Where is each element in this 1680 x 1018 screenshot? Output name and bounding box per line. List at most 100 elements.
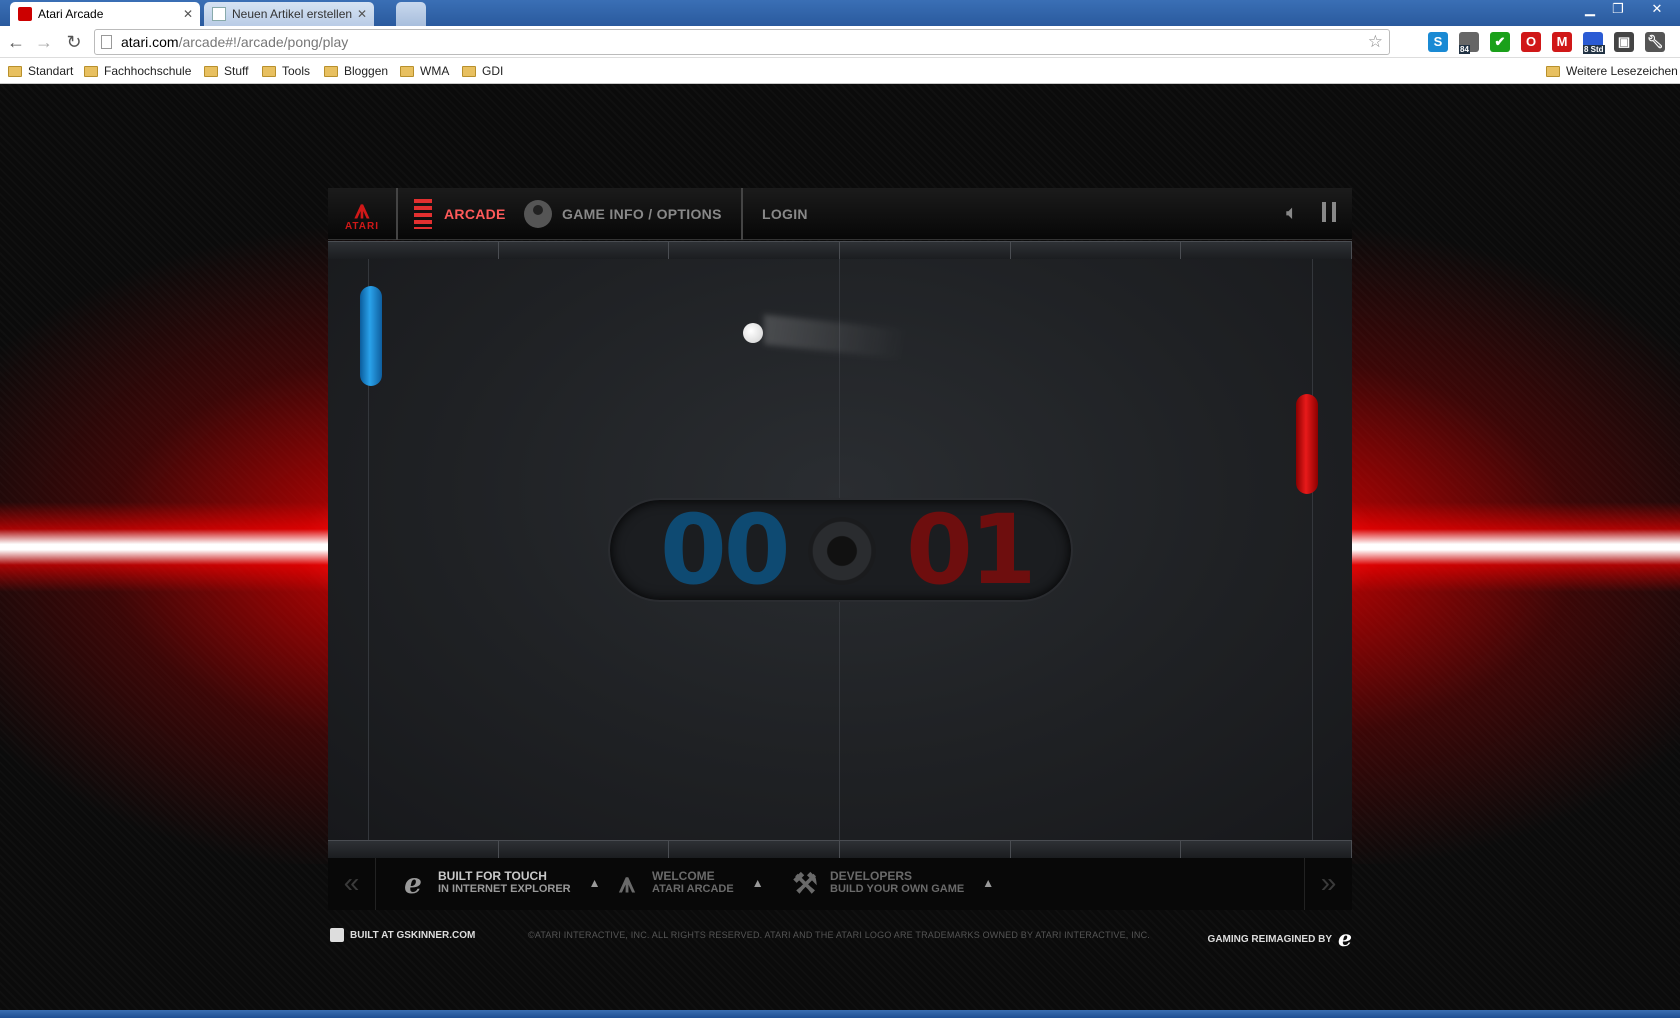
court-right-line [1312,259,1313,840]
nav-divider [741,188,743,240]
promo-subtitle: ATARI ARCADE [652,883,734,895]
pause-icon[interactable] [1322,202,1336,222]
url-path: /arcade#!/arcade/pong/play [178,34,349,50]
promo-built-for-touch[interactable]: e BUILT FOR TOUCH IN INTERNET EXPLORER ▲ [398,866,601,900]
bookmark-label: WMA [420,64,450,78]
promo-next-icon[interactable]: » [1304,858,1352,910]
tab-close-icon[interactable]: ✕ [180,7,196,21]
address-toolbar: ← → ↻ atari.com/arcade#!/arcade/pong/pla… [0,26,1680,58]
pong-ball [743,323,763,343]
folder-icon [84,65,98,77]
promo-welcome[interactable]: ⩚ WELCOME ATARI ARCADE ▲ [612,866,764,898]
screenshot-icon[interactable]: ▣ [1614,32,1634,52]
expand-up-icon[interactable]: ▲ [589,876,601,890]
tab-neuen-artikel[interactable]: Neuen Artikel erstellen ‹ Ti ✕ [204,2,374,26]
folder-icon [8,65,22,77]
ie-icon: e [404,866,422,900]
tab-label: Neuen Artikel erstellen ‹ Ti [232,7,354,21]
calendar-icon[interactable]: 8 Std [1583,32,1605,54]
nav-login[interactable]: LOGIN [762,188,808,240]
bookmark-label: Stuff [224,64,249,78]
nav-game-info[interactable]: GAME INFO / OPTIONS [524,188,722,240]
promo-bar: « e BUILT FOR TOUCH IN INTERNET EXPLORER … [328,858,1352,910]
page-footer: BUILT AT GSKINNER.COM ©ATARI INTERACTIVE… [328,924,1352,952]
folder-icon [262,65,276,77]
gmail-icon[interactable]: M [1552,32,1572,52]
bookmark-folder-standart[interactable]: Standart [8,63,73,79]
red-paddle [1296,394,1318,494]
checkmark-icon[interactable]: ✔ [1490,32,1510,52]
bookmark-folder-gdi[interactable]: GDI [462,63,503,79]
game-top-nav: ⩚ ATARI ARCADE GAME INFO / OPTIONS LOGIN… [328,188,1352,240]
folder-icon [400,65,414,77]
tab-label: Atari Arcade [38,7,104,21]
gskinner-icon [330,928,344,942]
scoreboard: 00 01 [608,498,1073,602]
bookmark-folder-tools[interactable]: Tools [262,63,310,79]
bookmarks-bar: Standart Fachhochschule Stuff Tools Blog… [0,58,1680,84]
built-at-text: BUILT AT GSKINNER.COM [350,929,476,941]
atari-favicon-icon [18,7,32,21]
court-top-rail [328,241,1353,259]
window-close-icon[interactable]: ✕ [1638,0,1676,20]
pong-court[interactable]: 00 01 [328,259,1352,840]
minimize-icon[interactable]: ▁ [1576,0,1604,20]
bookmark-label: Fachhochschule [104,64,192,78]
gaming-reimagined-link[interactable]: GAMING REIMAGINED BY e [1208,926,1352,952]
counter-icon[interactable]: 84 [1459,32,1479,54]
restore-icon[interactable]: ❐ [1604,0,1632,20]
atari-logo[interactable]: ⩚ ATARI [328,188,398,240]
promo-subtitle: BUILD YOUR OWN GAME [830,883,965,895]
folder-icon [462,65,476,77]
bookmark-folder-fachhochschule[interactable]: Fachhochschule [84,63,191,79]
forward-arrow-icon[interactable]: → [32,30,56,54]
folder-icon [1546,65,1560,77]
bookmark-label: Weitere Lesezeichen [1566,64,1678,78]
expand-up-icon[interactable]: ▲ [752,876,764,890]
url-host: atari.com [121,34,179,50]
atari-icon: ⩚ [619,866,635,898]
windows-taskbar [0,1010,1680,1018]
score-center-dot [808,517,876,585]
bookmark-label: Standart [28,64,74,78]
ie-logo-icon: e [1338,926,1352,952]
bookmark-folder-wma[interactable]: WMA [400,63,449,79]
skype-icon[interactable]: S [1428,32,1448,52]
ball-trail [764,314,964,366]
url-input[interactable]: atari.com/arcade#!/arcade/pong/play ☆ [94,29,1390,55]
promo-title: DEVELOPERS [830,869,913,883]
gskinner-link[interactable]: BUILT AT GSKINNER.COM [330,928,475,942]
mute-icon[interactable]: 🔈︎ [1286,202,1298,225]
reload-icon[interactable]: ↻ [62,30,86,54]
new-tab-button[interactable] [396,2,426,26]
blue-paddle[interactable] [360,286,382,386]
browser-titlebar: Atari Arcade ✕ Neuen Artikel erstellen ‹… [0,0,1680,26]
atari-logo-text: ATARI [344,220,380,232]
hammer-icon: ⚒ [792,867,818,899]
tab-atari-arcade[interactable]: Atari Arcade ✕ [10,2,200,26]
promo-subtitle: IN INTERNET EXPLORER [438,883,571,895]
folder-icon [204,65,218,77]
bookmark-folder-other[interactable]: Weitere Lesezeichen [1546,63,1678,79]
bookmark-folder-bloggen[interactable]: Bloggen [324,63,388,79]
tab-close-icon[interactable]: ✕ [354,7,370,21]
wrench-icon[interactable]: 🔧︎ [1645,32,1665,52]
red-score: 01 [906,494,1037,606]
nav-login-label: LOGIN [762,206,808,222]
promo-developers[interactable]: ⚒ DEVELOPERS BUILD YOUR OWN GAME ▲ [790,867,994,899]
nav-arcade[interactable]: ARCADE [414,188,506,240]
court-bottom-rail [328,840,1353,858]
back-arrow-icon[interactable]: ← [4,30,28,54]
promo-prev-icon[interactable]: « [328,858,376,910]
nav-arcade-label: ARCADE [444,206,506,222]
bookmark-star-icon[interactable]: ☆ [1368,30,1383,54]
bookmark-folder-stuff[interactable]: Stuff [204,63,248,79]
expand-up-icon[interactable]: ▲ [982,876,994,890]
bookmark-label: Tools [282,64,311,78]
blue-score: 00 [660,494,791,606]
promo-title: BUILT FOR TOUCH [438,869,547,883]
arcade-stack-icon [414,199,432,229]
bookmark-label: GDI [482,64,504,78]
user-icon [524,200,552,228]
opera-icon[interactable]: O [1521,32,1541,52]
